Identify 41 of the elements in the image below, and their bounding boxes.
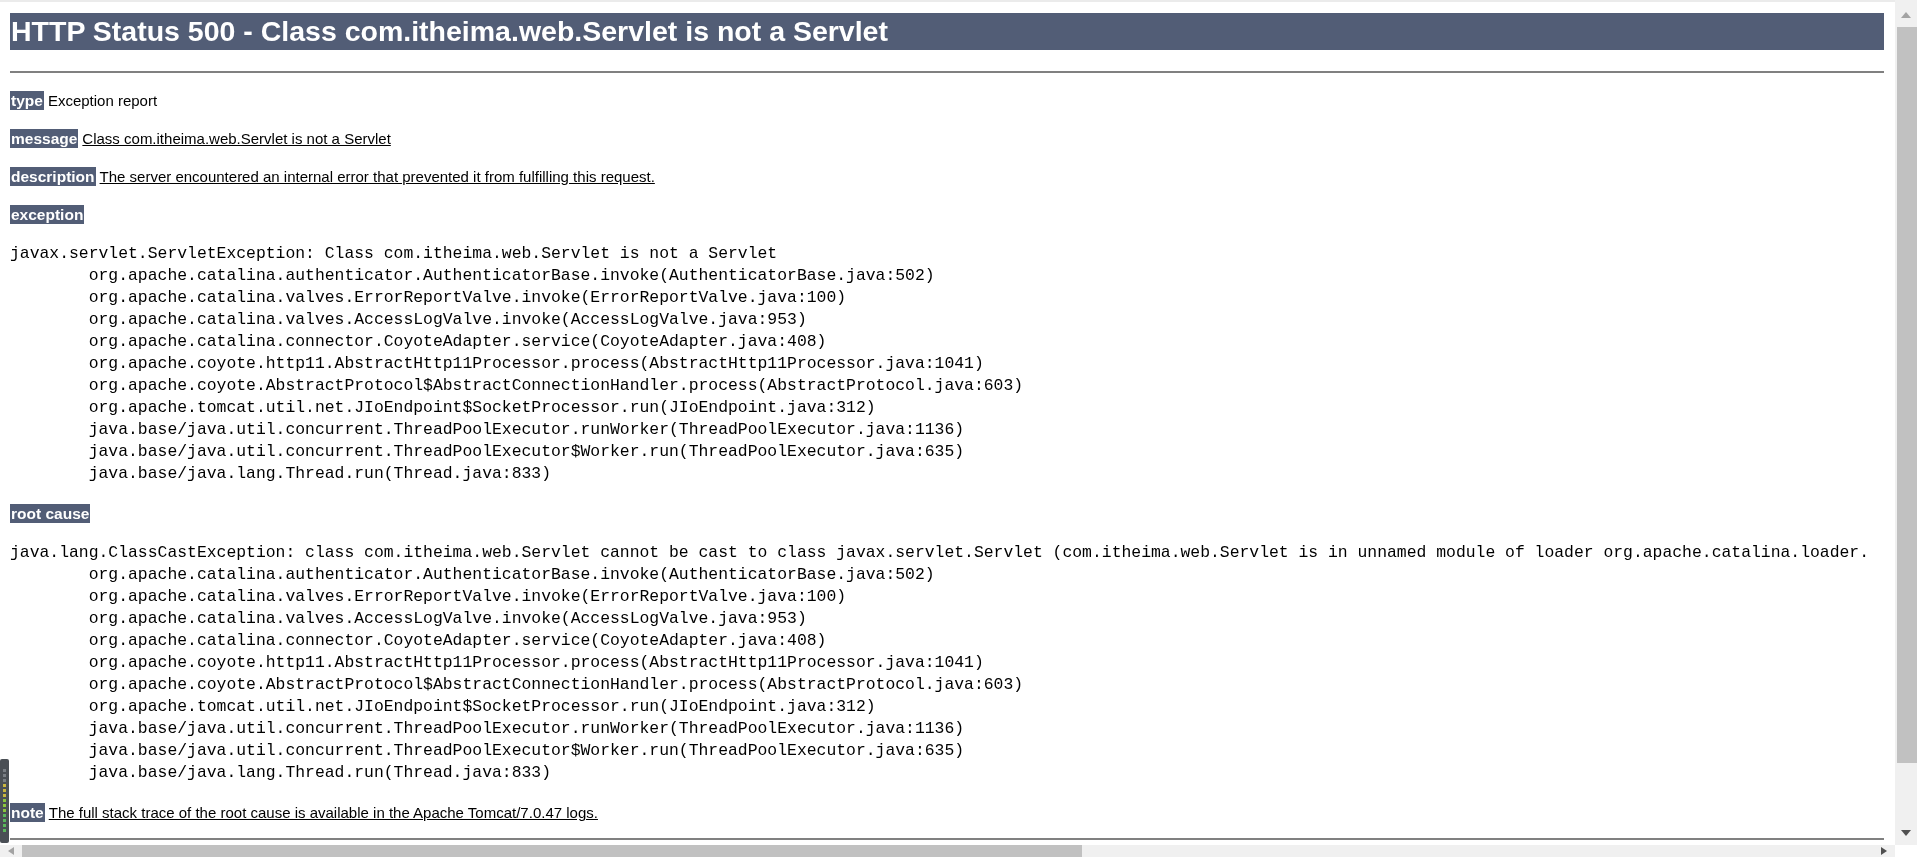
stack-frame: java.base/java.util.concurrent.ThreadPoolExecutor$Worker.run(ThreadPoolExecutor.java:635): [88, 740, 965, 762]
field-value: Class com.itheima.web.Servlet is not a Servlet: [82, 129, 391, 148]
field-value: Exception report: [47, 91, 158, 110]
field-label: type: [10, 91, 44, 110]
stack-frame: java.base/java.lang.Thread.run(Thread.java:833): [88, 762, 551, 784]
stack-frame: org.apache.coyote.http11.AbstractHttp11Processor.process(AbstractHttp11Processor.java:1041): [88, 652, 984, 674]
field-label: message: [10, 129, 79, 148]
scroll-up-icon[interactable]: [1901, 12, 1911, 18]
stack-frame: org.apache.tomcat.util.net.JIoEndpoint$SocketProcessor.run(JIoEndpoint.java:312): [88, 397, 876, 419]
exception-line: javax.servlet.ServletException: Class com.itheima.web.Servlet is not a Servlet: [10, 243, 778, 265]
stack-frame: java.base/java.util.concurrent.ThreadPoolExecutor.runWorker(ThreadPoolExecutor.java:1136): [88, 419, 965, 441]
section-label: root cause: [10, 504, 91, 523]
stack-frame: org.apache.catalina.authenticator.AuthenticatorBase.invoke(AuthenticatorBase.java:502): [88, 564, 935, 586]
field-value: The server encountered an internal error that prevented it from fulfilling this request.: [99, 167, 655, 186]
stack-frame: org.apache.catalina.authenticator.AuthenticatorBase.invoke(AuthenticatorBase.java:502): [88, 265, 935, 287]
scroll-down-icon[interactable]: [1901, 830, 1911, 836]
scroll-right-icon[interactable]: [1881, 847, 1887, 855]
field-label: description: [10, 167, 96, 186]
page-heading: HTTP Status 500 - Class com.itheima.web.Servlet is not a Servlet: [10, 13, 1884, 50]
stack-frame: org.apache.catalina.connector.CoyoteAdapter.service(CoyoteAdapter.java:408): [88, 630, 827, 652]
stack-frame: org.apache.coyote.http11.AbstractHttp11Processor.process(AbstractHttp11Processor.java:1041): [88, 353, 984, 375]
stack-frame: java.base/java.util.concurrent.ThreadPoolExecutor$Worker.run(ThreadPoolExecutor.java:635): [88, 441, 965, 463]
stack-frame: java.base/java.lang.Thread.run(Thread.java:833): [88, 463, 551, 485]
exception-line: java.lang.ClassCastException: class com.itheima.web.Servlet cannot be cast to class javax.servlet.Servlet (com.itheima.web.Servlet is in unnamed module of loader org.apache.catalina.loader.: [10, 542, 1869, 564]
stack-frame: java.base/java.util.concurrent.ThreadPoolExecutor.runWorker(ThreadPoolExecutor.java:1136): [88, 718, 965, 740]
stack-frame: org.apache.tomcat.util.net.JIoEndpoint$SocketProcessor.run(JIoEndpoint.java:312): [88, 696, 876, 718]
stack-frame: org.apache.coyote.AbstractProtocol$AbstractConnectionHandler.process(AbstractProtocol.java:603): [88, 674, 1024, 696]
stack-frame: org.apache.coyote.AbstractProtocol$AbstractConnectionHandler.process(AbstractProtocol.java:603): [88, 375, 1024, 397]
stack-frame: org.apache.catalina.valves.ErrorReportValve.invoke(ErrorReportValve.java:100): [88, 586, 847, 608]
scrollbar-thumb[interactable]: [22, 845, 1082, 857]
stack-frame: org.apache.catalina.valves.ErrorReportValve.invoke(ErrorReportValve.java:100): [88, 287, 847, 309]
scroll-left-icon[interactable]: [8, 847, 14, 855]
horizontal-scrollbar[interactable]: [0, 845, 1895, 857]
scrollbar-thumb[interactable]: [1897, 27, 1917, 763]
stack-frame: org.apache.catalina.valves.AccessLogValve.invoke(AccessLogValve.java:953): [88, 608, 807, 630]
field-label: note: [10, 803, 45, 822]
section-label: exception: [10, 205, 85, 224]
vertical-scrollbar[interactable]: [1895, 0, 1917, 845]
stack-frame: org.apache.catalina.valves.AccessLogValve.invoke(AccessLogValve.java:953): [88, 309, 807, 331]
field-value: The full stack trace of the root cause is available in the Apache Tomcat/7.0.47 logs.: [48, 803, 598, 822]
stack-frame: org.apache.catalina.connector.CoyoteAdapter.service(CoyoteAdapter.java:408): [88, 331, 827, 353]
